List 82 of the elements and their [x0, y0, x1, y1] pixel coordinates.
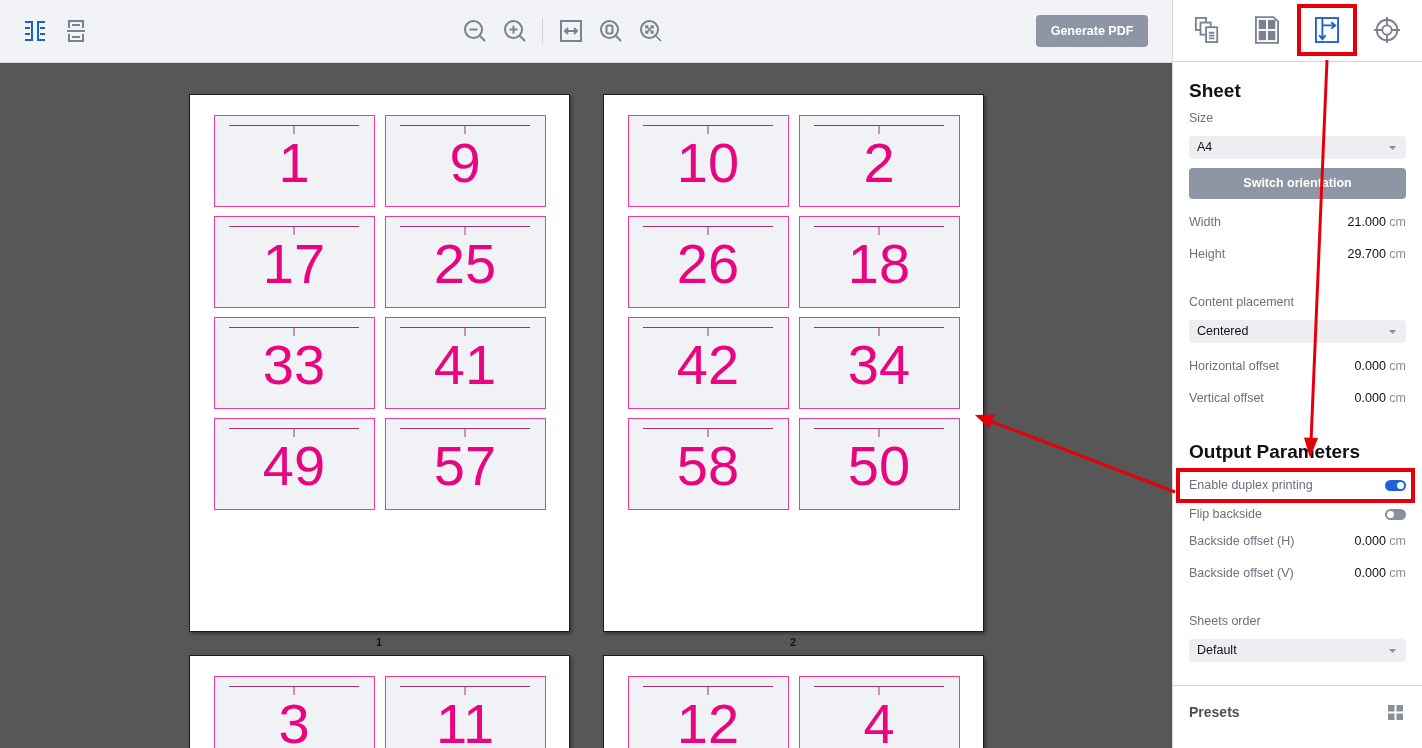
line-tick-icon [643, 686, 773, 695]
page-number: 10 [676, 142, 740, 184]
measurement-value: 29.700 cm [1347, 245, 1406, 263]
field-label: Sheets order [1189, 612, 1261, 630]
line-tick-icon [643, 327, 773, 336]
field-label: Backside offset (V) [1189, 564, 1294, 582]
measurement-value: 21.000 cm [1347, 213, 1406, 231]
page-number: 1 [278, 142, 310, 184]
page-number: 57 [433, 445, 497, 487]
field-label: Horizontal offset [1189, 357, 1280, 375]
section-heading: Sheet [1189, 78, 1241, 103]
section-heading: Presets [1189, 703, 1240, 722]
line-tick-icon [229, 327, 359, 336]
field-label: Width [1189, 213, 1221, 231]
line-tick-icon [229, 428, 359, 437]
fit-all-icon[interactable] [640, 20, 662, 42]
zoom-in-icon[interactable] [504, 20, 526, 42]
line-tick-icon [229, 686, 359, 695]
page-number: 11 [435, 703, 495, 745]
sheet-number: 1 [375, 634, 383, 650]
toggle-switch[interactable] [1385, 508, 1406, 520]
field-label: Height [1189, 245, 1226, 263]
toggle-switch[interactable] [1385, 480, 1406, 491]
dropdown-caret-icon [1389, 648, 1396, 653]
line-tick-icon [400, 226, 530, 235]
dropdown-caret-icon [1389, 145, 1396, 150]
page-number: 18 [847, 243, 911, 285]
line-tick-icon [400, 327, 530, 336]
page-number: 49 [262, 445, 326, 487]
placement-select[interactable]: Centered [1189, 320, 1406, 343]
page-number: 3 [278, 703, 310, 745]
page-number: 4 [863, 703, 895, 745]
page-number: 41 [433, 344, 497, 386]
fit-width-icon[interactable] [560, 20, 582, 42]
crosshair-icon [1373, 16, 1401, 44]
page-number: 25 [433, 243, 497, 285]
grid-icon[interactable] [1388, 705, 1403, 720]
page-number: 2 [863, 142, 895, 184]
grid-page-icon [1255, 16, 1279, 44]
page-number: 58 [676, 445, 740, 487]
line-tick-icon [229, 226, 359, 235]
zoom-out-icon[interactable] [464, 20, 486, 42]
measurement-value: 0.000 cm [1354, 357, 1406, 375]
stacked-pages-icon [1194, 16, 1220, 44]
line-tick-icon [814, 327, 944, 336]
line-tick-icon [814, 428, 944, 437]
page-number: 42 [676, 344, 740, 386]
sheet-arrows-icon [1315, 17, 1339, 43]
line-tick-icon [229, 125, 359, 134]
page-number: 9 [449, 142, 481, 184]
field-label: Vertical offset [1189, 389, 1264, 407]
line-tick-icon [814, 226, 944, 235]
line-tick-icon [643, 428, 773, 437]
dropdown-caret-icon [1389, 329, 1396, 334]
line-tick-icon [814, 125, 944, 134]
field-label: Flip backside [1189, 505, 1262, 523]
line-tick-icon [400, 686, 530, 695]
line-tick-icon [643, 125, 773, 134]
line-tick-icon [400, 428, 530, 437]
page-number: 33 [262, 344, 326, 386]
sheets-order-select[interactable]: Default [1189, 639, 1406, 662]
line-tick-icon [814, 686, 944, 695]
page-number: 12 [676, 703, 740, 745]
measurement-value: 0.000 cm [1354, 564, 1406, 582]
measurement-value: 0.000 cm [1354, 532, 1406, 550]
field-label: Backside offset (H) [1189, 532, 1295, 550]
line-tick-icon [400, 125, 530, 134]
field-label: Content placement [1189, 293, 1294, 311]
page-number: 50 [847, 445, 911, 487]
page-number: 17 [262, 243, 326, 285]
measurement-value: 0.000 cm [1354, 389, 1406, 407]
page-number: 26 [676, 243, 740, 285]
line-tick-icon [643, 226, 773, 235]
size-select[interactable]: A4 [1189, 136, 1406, 159]
field-label: Enable duplex printing [1189, 477, 1313, 495]
field-label: Size [1189, 109, 1214, 127]
sheet-number: 2 [789, 634, 797, 650]
fit-page-icon[interactable] [600, 20, 622, 42]
single-page-view-icon[interactable] [67, 20, 85, 42]
panel-tab[interactable] [1297, 4, 1357, 56]
page-number: 34 [847, 344, 911, 386]
two-page-view-icon[interactable] [24, 21, 46, 41]
